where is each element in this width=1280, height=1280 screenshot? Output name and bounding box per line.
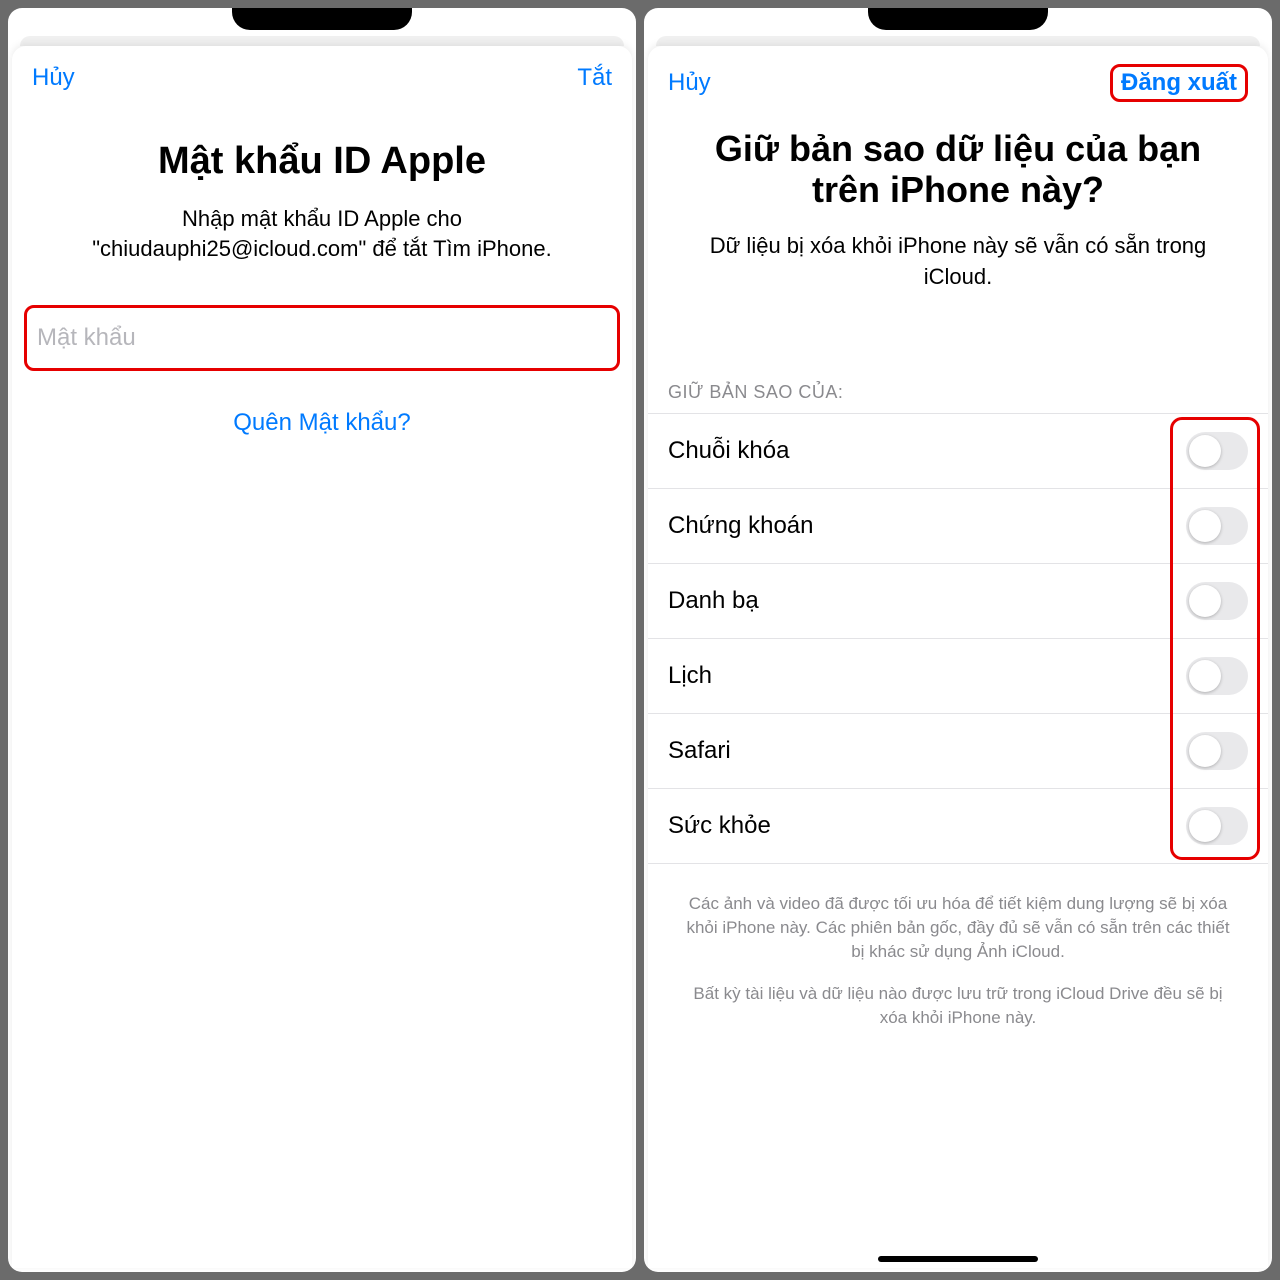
list-item-label: Chuỗi khóa [668, 437, 789, 465]
nav-bar: Hủy Tắt [12, 46, 632, 100]
toggle-knob [1189, 810, 1221, 842]
phone-left: Hủy Tắt Mật khẩu ID Apple Nhập mật khẩu … [8, 8, 636, 1272]
list-item: Danh bạ [648, 564, 1268, 639]
sheet-back-layer [20, 36, 624, 46]
nav-bar: Hủy Đăng xuất [648, 46, 1268, 110]
page-subtitle: Dữ liệu bị xóa khỏi iPhone này sẽ vẫn có… [648, 231, 1268, 323]
list-item: Safari [648, 714, 1268, 789]
toggle-switch[interactable] [1186, 657, 1248, 695]
list-item-label: Chứng khoán [668, 512, 814, 540]
notch [232, 8, 412, 30]
list-item: Sức khỏe [648, 789, 1268, 864]
cancel-button[interactable]: Hủy [668, 69, 711, 97]
toggle-knob [1189, 660, 1221, 692]
toggle-switch[interactable] [1186, 432, 1248, 470]
modal-sheet-keepdata: Hủy Đăng xuất Giữ bản sao dữ liệu của bạ… [648, 46, 1268, 1268]
toggle-switch[interactable] [1186, 582, 1248, 620]
toggle-list: Chuỗi khóa Chứng khoán Danh bạ Lịch Safari Sứ… [648, 413, 1268, 864]
status-bar [644, 8, 1272, 36]
page-title: Mật khẩu ID Apple [12, 100, 632, 204]
footnote-drive: Bất kỳ tài liệu và dữ liệu nào được lưu … [648, 964, 1268, 1030]
status-bar [8, 8, 636, 36]
home-indicator [878, 1256, 1038, 1262]
forgot-password-link[interactable]: Quên Mật khẩu? [12, 371, 632, 475]
list-item-label: Lịch [668, 662, 712, 690]
toggle-switch[interactable] [1186, 507, 1248, 545]
section-header: GIỮ BẢN SAO CỦA: [648, 382, 1268, 413]
list-item-label: Sức khỏe [668, 812, 771, 840]
list-item-label: Danh bạ [668, 587, 759, 615]
footnote-photos: Các ảnh và video đã được tối ưu hóa để t… [648, 864, 1268, 963]
toggle-list-wrap: Chuỗi khóa Chứng khoán Danh bạ Lịch Safari Sứ… [648, 413, 1268, 864]
password-field-highlight [24, 305, 620, 371]
phone-right: Hủy Đăng xuất Giữ bản sao dữ liệu của bạ… [644, 8, 1272, 1272]
list-item-label: Safari [668, 737, 731, 765]
toggle-knob [1189, 585, 1221, 617]
cancel-button[interactable]: Hủy [32, 64, 75, 92]
toggle-knob [1189, 510, 1221, 542]
notch [868, 8, 1048, 30]
page-subtitle: Nhập mật khẩu ID Apple cho "chiudauphi25… [12, 204, 632, 296]
list-item: Chuỗi khóa [648, 414, 1268, 489]
sign-out-button[interactable]: Đăng xuất [1110, 64, 1248, 102]
toggle-knob [1189, 735, 1221, 767]
list-item: Lịch [648, 639, 1268, 714]
toggle-switch[interactable] [1186, 732, 1248, 770]
turn-off-button[interactable]: Tắt [577, 64, 612, 92]
password-input[interactable] [27, 308, 617, 368]
list-item: Chứng khoán [648, 489, 1268, 564]
toggle-knob [1189, 435, 1221, 467]
toggle-switch[interactable] [1186, 807, 1248, 845]
sheet-back-layer [656, 36, 1260, 46]
modal-sheet-password: Hủy Tắt Mật khẩu ID Apple Nhập mật khẩu … [12, 46, 632, 1268]
page-title: Giữ bản sao dữ liệu của bạn trên iPhone … [648, 110, 1268, 231]
